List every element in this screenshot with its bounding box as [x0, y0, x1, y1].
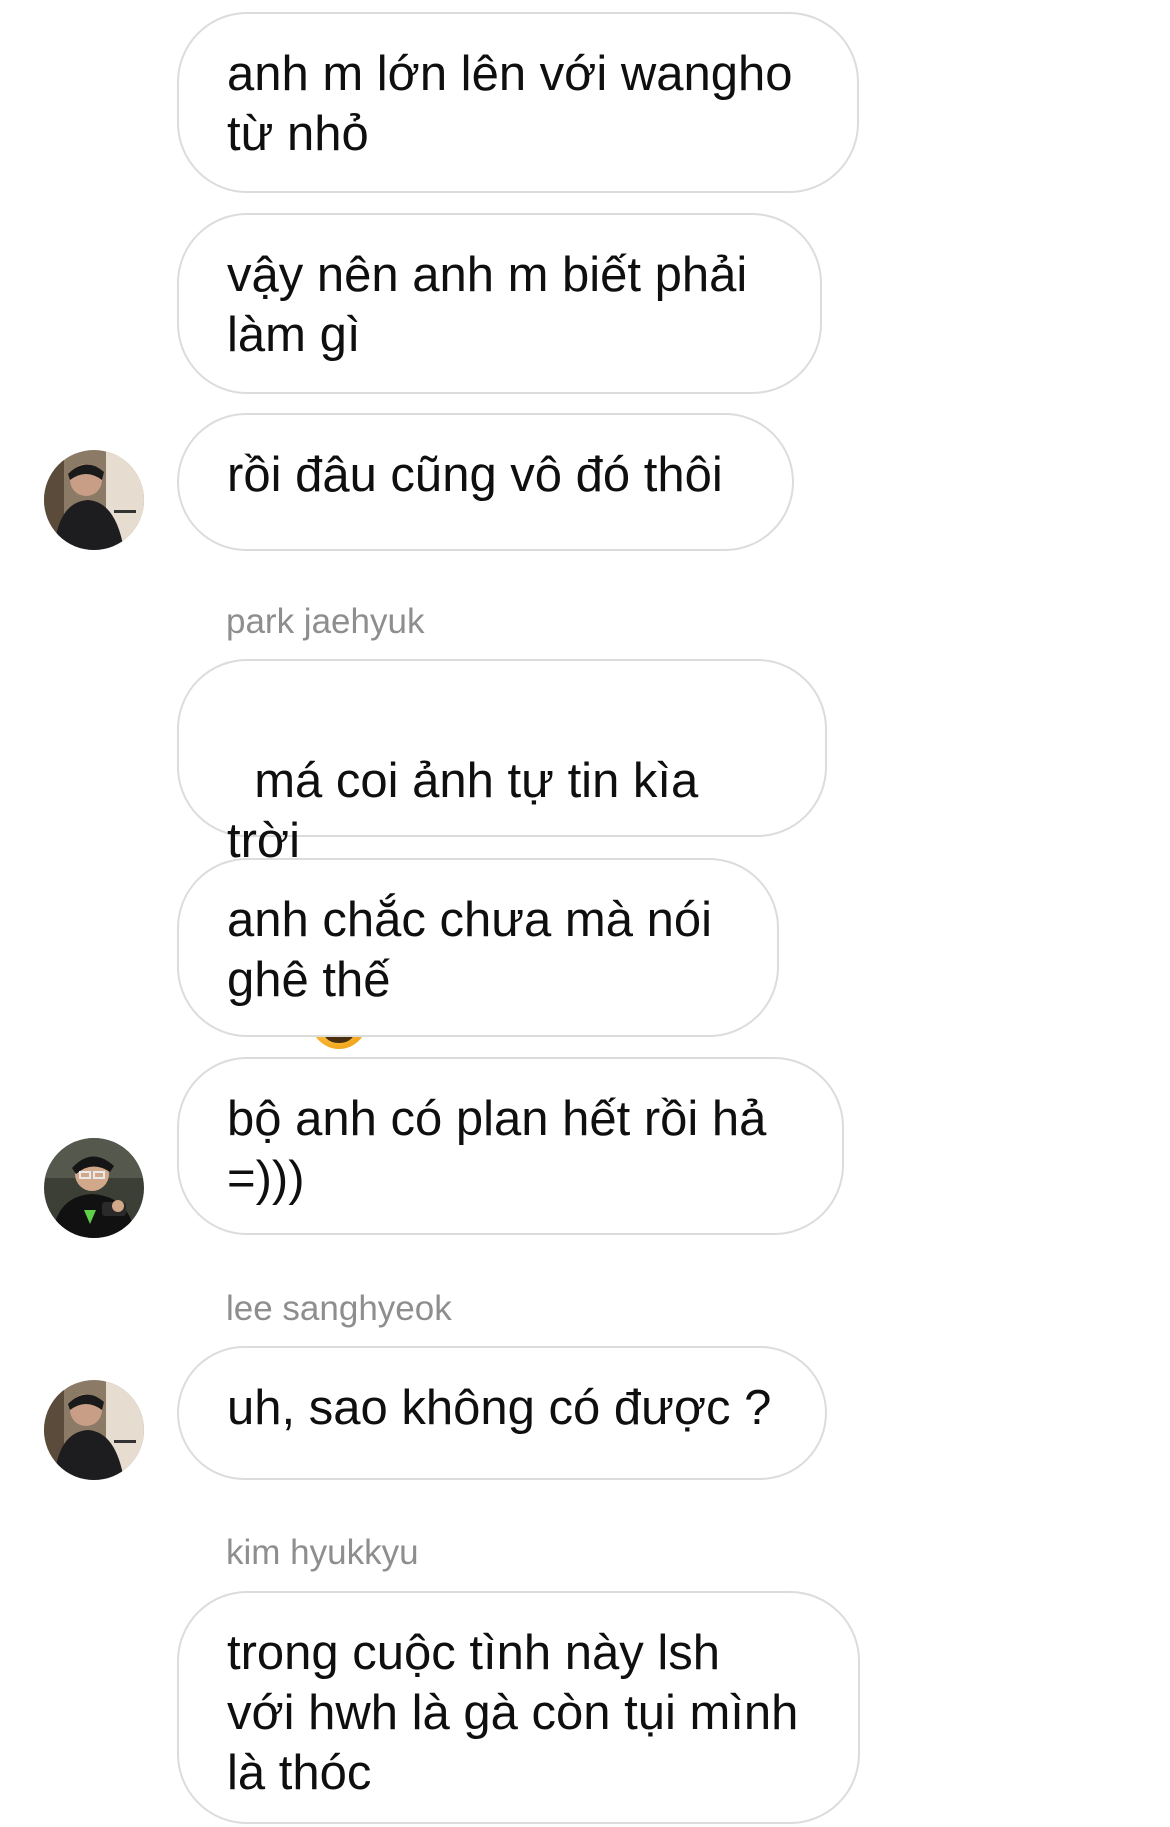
avatar-photo-icon — [44, 1380, 144, 1480]
message-bubble[interactable]: anh chắc chưa mà nói ghê thế — [177, 858, 779, 1037]
message-bubble[interactable]: rồi đâu cũng vô đó thôi — [177, 413, 794, 551]
avatar[interactable] — [44, 1138, 144, 1238]
sender-name: park jaehyuk — [226, 602, 425, 641]
sender-name: lee sanghyeok — [226, 1289, 452, 1328]
avatar[interactable] — [44, 450, 144, 550]
message-bubble[interactable]: bộ anh có plan hết rồi hả =))) — [177, 1057, 844, 1235]
message-bubble[interactable]: uh, sao không có được ? — [177, 1346, 827, 1480]
sender-name: kim hyukkyu — [226, 1533, 419, 1572]
avatar-photo-icon — [44, 450, 144, 550]
message-bubble[interactable]: má coi ảnh tự tin kìa trời — [177, 659, 827, 1049]
chat-screen: { "messages": [ { "text": "anh m lớn lên… — [0, 0, 1170, 1827]
message-bubble[interactable]: vậy nên anh m biết phải làm gì — [177, 213, 822, 394]
message-bubble[interactable]: anh m lớn lên với wangho từ nhỏ — [177, 12, 859, 193]
message-text: má coi ảnh tự tin kìa trời — [227, 754, 712, 868]
avatar-photo-icon — [44, 1138, 144, 1238]
avatar[interactable] — [44, 1380, 144, 1480]
message-bubble[interactable]: trong cuộc tình này lsh với hwh là gà cò… — [177, 1591, 860, 1824]
